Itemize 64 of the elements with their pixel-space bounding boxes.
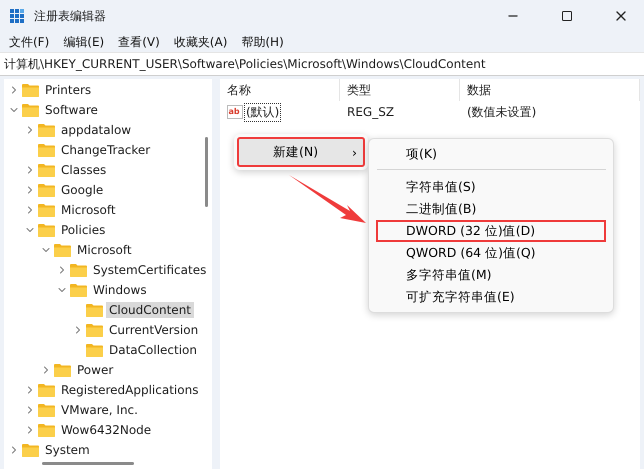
folder-icon bbox=[54, 243, 71, 257]
folder-icon bbox=[38, 203, 55, 217]
menu-item[interactable]: DWORD (32 位)值(D) bbox=[376, 220, 606, 242]
address-bar[interactable]: 计算机\HKEY_CURRENT_USER\Software\Policies\Microsoft\Windows\CloudContent bbox=[0, 52, 644, 76]
tree-item[interactable]: CloudContent bbox=[106, 302, 194, 318]
folder-icon bbox=[70, 283, 87, 297]
menu-item[interactable]: 帮助(H) bbox=[234, 32, 291, 52]
tree-item[interactable]: Google bbox=[58, 182, 106, 198]
folder-icon bbox=[38, 423, 55, 437]
table-cell-text: REG_SZ bbox=[346, 105, 396, 119]
column-header[interactable]: 类型 bbox=[340, 79, 460, 101]
tree-item[interactable]: VMware, Inc. bbox=[58, 402, 141, 418]
tree-item[interactable]: System bbox=[42, 442, 93, 458]
tree-item[interactable]: Microsoft bbox=[58, 202, 119, 218]
menu-item[interactable]: 可扩充字符串值(E) bbox=[376, 286, 606, 308]
folder-icon bbox=[38, 183, 55, 197]
table-cell-text: (数值未设置) bbox=[466, 104, 538, 120]
menu-item[interactable]: 查看(V) bbox=[111, 32, 167, 52]
tree-item[interactable]: Power bbox=[74, 362, 116, 378]
folder-icon bbox=[38, 383, 55, 397]
tree-item[interactable]: Wow6432Node bbox=[58, 422, 154, 438]
menu-item[interactable]: QWORD (64 位)值(Q) bbox=[376, 242, 606, 264]
window-title: 注册表编辑器 bbox=[34, 8, 107, 24]
folder-icon bbox=[54, 363, 71, 377]
table-cell[interactable]: (默认) bbox=[244, 102, 282, 122]
tree-item[interactable]: Microsoft bbox=[74, 242, 135, 258]
tree-item[interactable]: Software bbox=[42, 102, 101, 118]
menu-item[interactable]: 新建(N) › bbox=[237, 137, 365, 167]
folder-icon bbox=[86, 343, 103, 357]
folder-icon bbox=[38, 223, 55, 237]
string-value-icon: ab bbox=[227, 105, 243, 119]
tree-item[interactable]: SystemCertificates bbox=[90, 262, 210, 278]
tree-item[interactable]: Printers bbox=[42, 82, 94, 98]
folder-icon bbox=[22, 83, 39, 97]
maximize-icon bbox=[561, 10, 573, 22]
menu-item[interactable]: 二进制值(B) bbox=[376, 198, 606, 220]
menu-item[interactable]: 文件(F) bbox=[2, 32, 56, 52]
menu-item[interactable]: 多字符串值(M) bbox=[376, 264, 606, 286]
folder-icon bbox=[22, 443, 39, 457]
tree-item[interactable]: Classes bbox=[58, 162, 110, 178]
tree-item[interactable]: ChangeTracker bbox=[58, 142, 154, 158]
tree-item[interactable]: Windows bbox=[90, 282, 150, 298]
tree-item[interactable]: RegisteredApplications bbox=[58, 382, 202, 398]
folder-icon bbox=[70, 263, 87, 277]
menu-item[interactable]: 项(K) bbox=[376, 143, 606, 165]
folder-icon bbox=[86, 303, 103, 317]
menu-item[interactable]: 编辑(E) bbox=[56, 32, 112, 52]
folder-icon bbox=[38, 123, 55, 137]
folder-icon bbox=[22, 103, 39, 117]
app-icon bbox=[10, 8, 26, 24]
folder-icon bbox=[38, 403, 55, 417]
folder-icon bbox=[38, 163, 55, 177]
scrollbar-thumb[interactable] bbox=[205, 137, 208, 207]
folder-icon bbox=[86, 323, 103, 337]
menu-item[interactable]: 收藏夹(A) bbox=[166, 32, 234, 52]
column-header[interactable]: 数据 bbox=[460, 79, 640, 101]
menu-item[interactable]: 字符串值(S) bbox=[376, 176, 606, 198]
scrollbar-thumb[interactable] bbox=[42, 462, 134, 465]
tree-item[interactable]: CurrentVersion bbox=[106, 322, 202, 338]
column-header[interactable]: 名称 bbox=[220, 79, 340, 101]
tree-item[interactable]: appdatalow bbox=[58, 122, 134, 138]
folder-icon bbox=[38, 143, 55, 157]
tree-item[interactable]: DataCollection bbox=[106, 342, 200, 358]
tree-item[interactable]: Policies bbox=[58, 222, 108, 238]
